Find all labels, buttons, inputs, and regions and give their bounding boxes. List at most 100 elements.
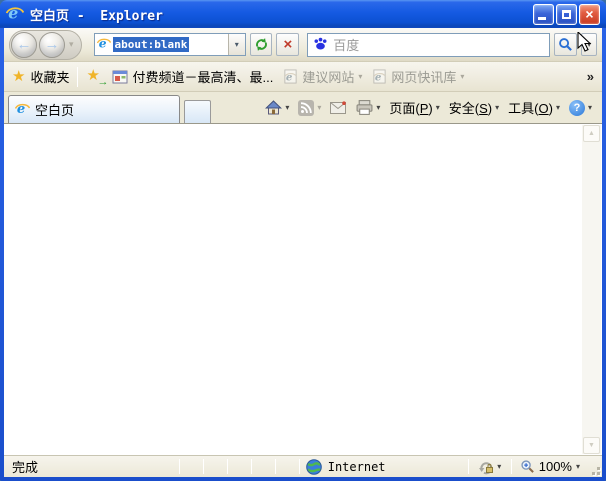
magnifier-icon xyxy=(559,38,573,51)
ie-page-icon: e xyxy=(373,69,386,84)
tools-menu-label: 工具(O) xyxy=(508,101,553,116)
divider xyxy=(77,66,79,87)
status-pane xyxy=(228,456,251,477)
chevron-down-icon: ▾ xyxy=(587,103,592,112)
maximize-icon xyxy=(562,9,571,19)
chevron-down-icon: ▾ xyxy=(495,103,500,112)
recent-pages-dropdown[interactable]: ▾ xyxy=(69,39,74,50)
refresh-icon xyxy=(255,38,267,51)
page-menu-label: 页面(P) xyxy=(389,101,433,116)
mouse-cursor xyxy=(577,32,592,52)
protected-mode-icon xyxy=(479,461,494,474)
zoom-control[interactable]: 100% ▾ xyxy=(512,459,588,474)
favorites-button[interactable]: 收藏夹 xyxy=(30,67,69,86)
chevron-down-icon: ▾ xyxy=(358,72,363,81)
window-title: 空白页 - Explorer xyxy=(30,8,163,24)
status-pane xyxy=(252,456,275,477)
favorites-star-icon: ★ xyxy=(12,68,26,85)
rss-feed-icon xyxy=(298,99,315,116)
forward-arrow-icon: → xyxy=(44,36,60,53)
read-mail-button[interactable] xyxy=(326,98,351,117)
minimize-icon xyxy=(538,16,546,20)
vertical-scrollbar[interactable]: ▲ ▼ xyxy=(582,125,601,454)
suggested-sites-button[interactable]: e 建议网站 ▾ xyxy=(283,67,362,86)
status-pane xyxy=(180,456,203,477)
ie-page-icon: e xyxy=(284,69,297,84)
site-favicon-icon xyxy=(112,70,128,83)
tools-menu-button[interactable]: 工具(O) ▾ xyxy=(504,95,564,120)
resize-grip[interactable] xyxy=(588,463,602,477)
add-to-favorites-bar-button[interactable]: ★ → xyxy=(86,68,108,88)
home-button[interactable]: ▾ xyxy=(261,97,293,119)
help-icon: ? xyxy=(568,99,585,116)
command-bar: ▾ ▾ ▾ 页面(P) ▾ 安全(S) ▾ 工具(O) ▾ ? ▾ xyxy=(261,95,600,123)
zoom-magnifier-icon xyxy=(521,460,534,473)
safety-menu-label: 安全(S) xyxy=(448,101,493,116)
address-value: about:blank xyxy=(112,37,190,52)
scroll-down-button[interactable]: ▼ xyxy=(583,437,600,454)
suggested-sites-label: 建议网站 xyxy=(302,70,355,85)
scroll-up-button[interactable]: ▲ xyxy=(583,125,600,142)
tab-label: 空白页 xyxy=(35,103,75,118)
window-controls: × xyxy=(531,3,600,25)
page-menu-button[interactable]: 页面(P) ▾ xyxy=(385,95,443,120)
chevron-down-icon: ▾ xyxy=(497,462,502,471)
scroll-up-icon: ▲ xyxy=(588,130,595,137)
home-icon xyxy=(265,99,283,114)
baidu-paw-icon xyxy=(313,36,328,54)
address-bar[interactable]: e about:blank ▾ xyxy=(93,33,246,56)
chevron-down-icon: ▾ xyxy=(575,462,580,471)
web-slice-gallery-button[interactable]: e 网页快讯库 ▾ xyxy=(372,67,464,86)
refresh-button[interactable] xyxy=(249,33,273,56)
chevron-down-icon: ▾ xyxy=(317,103,322,112)
stop-icon: × xyxy=(283,36,293,53)
safety-menu-button[interactable]: 安全(S) ▾ xyxy=(445,95,503,120)
toolbar-overflow-button[interactable]: » xyxy=(587,69,594,84)
close-icon: × xyxy=(585,6,594,22)
address-dropdown-button[interactable]: ▾ xyxy=(227,34,245,55)
new-tab-button[interactable] xyxy=(184,100,211,123)
web-slice-gallery-label: 网页快讯库 xyxy=(391,70,457,85)
feeds-button[interactable]: ▾ xyxy=(294,97,325,119)
page-content: ▲ ▼ xyxy=(4,123,602,455)
status-pane xyxy=(204,456,227,477)
navigation-bar: ← → ▾ e about:blank ▾ × 百度 ▾ xyxy=(4,28,602,62)
minimize-button[interactable] xyxy=(533,3,554,25)
globe-icon xyxy=(305,458,322,475)
search-button[interactable] xyxy=(554,33,578,56)
stop-button[interactable]: × xyxy=(276,33,300,56)
back-arrow-icon: ← xyxy=(16,36,32,53)
back-button[interactable]: ← xyxy=(11,31,37,58)
tab-favicon-icon: e xyxy=(14,101,31,119)
protected-mode-button[interactable]: ▾ xyxy=(469,459,511,475)
search-placeholder: 百度 xyxy=(333,38,360,53)
chevron-down-icon: ▾ xyxy=(460,72,465,81)
status-pane xyxy=(276,456,299,477)
svg-text:e: e xyxy=(98,36,106,50)
svg-text:e: e xyxy=(8,4,18,22)
print-button[interactable]: ▾ xyxy=(352,97,384,118)
help-menu-button[interactable]: ? ▾ xyxy=(565,97,596,119)
favorites-link-label: 付费频道－最高清、最... xyxy=(132,70,274,85)
tab-blank-page[interactable]: e 空白页 xyxy=(8,95,180,123)
favorites-link-paid-channel[interactable]: 付费频道－最高清、最... xyxy=(112,67,273,86)
status-bar: 完成 Internet ▾ 100% ▾ xyxy=(4,455,602,477)
ie-window: e 空白页 - Explorer × ← → ▾ e about:blank ▾… xyxy=(0,0,606,481)
forward-button[interactable]: → xyxy=(39,31,65,58)
zoom-level: 100% xyxy=(538,459,572,474)
title-bar: e 空白页 - Explorer × xyxy=(0,0,606,28)
scroll-down-icon: ▼ xyxy=(588,442,595,449)
mail-icon xyxy=(330,101,347,114)
tab-bar: e 空白页 ▾ ▾ ▾ 页面(P) ▾ 安全(S) ▾ 工具(O) ▾ ? ▾ xyxy=(4,92,602,123)
close-button[interactable]: × xyxy=(579,3,600,25)
page-favicon-icon: e xyxy=(96,35,111,53)
favorites-bar: ★ 收藏夹 ★ → 付费频道－最高清、最... e 建议网站 ▾ e 网页快讯库… xyxy=(4,62,602,92)
nav-button-group: ← → ▾ xyxy=(9,29,82,60)
chevron-down-icon: ▾ xyxy=(555,103,560,112)
maximize-button[interactable] xyxy=(556,3,577,25)
window-body: ← → ▾ e about:blank ▾ × 百度 ▾ ★ 收藏夹 ★ → 付… xyxy=(4,28,602,477)
zone-label: Internet xyxy=(327,459,386,474)
search-box[interactable]: 百度 xyxy=(307,32,551,57)
printer-icon xyxy=(356,100,373,115)
status-text: 完成 xyxy=(12,460,39,475)
